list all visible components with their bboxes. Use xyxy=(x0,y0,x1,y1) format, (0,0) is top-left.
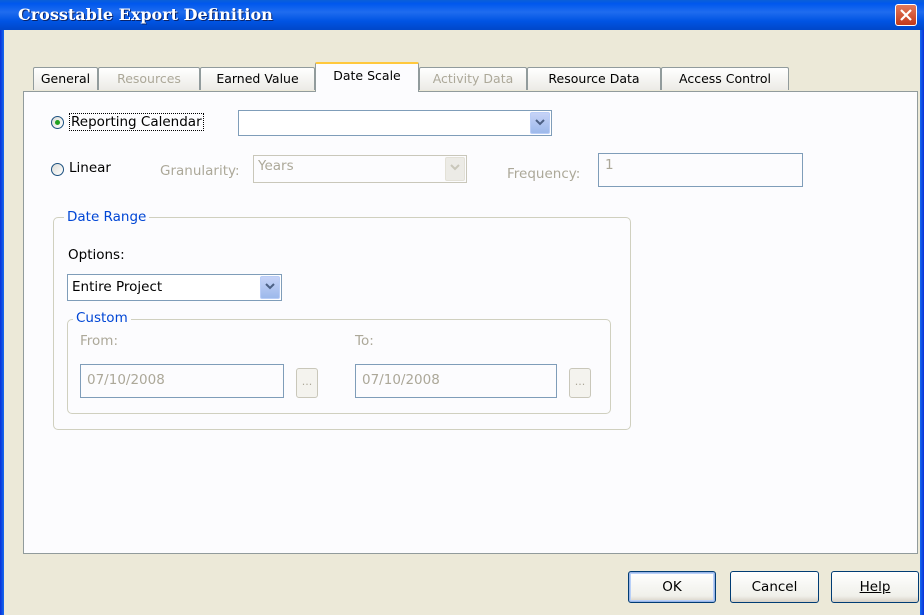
linear-label[interactable]: Linear xyxy=(69,160,111,176)
chevron-down-icon xyxy=(265,283,275,290)
reporting-calendar-label[interactable]: Reporting Calendar xyxy=(69,113,204,131)
window-title: Crosstable Export Definition xyxy=(18,5,273,24)
dropdown-button[interactable] xyxy=(530,112,550,134)
reporting-calendar-dropdown[interactable] xyxy=(238,110,552,136)
tab-date-scale[interactable]: Date Scale xyxy=(315,62,419,92)
to-date-browse-button[interactable]: ... xyxy=(569,368,591,398)
tab-resources[interactable]: Resources xyxy=(98,67,200,90)
frequency-field[interactable]: 1 xyxy=(598,153,803,187)
frequency-label: Frequency: xyxy=(507,166,581,182)
granularity-dropdown[interactable]: Years xyxy=(253,155,467,183)
dropdown-button[interactable] xyxy=(445,157,465,181)
from-date-browse-button[interactable]: ... xyxy=(296,368,318,398)
close-button[interactable] xyxy=(895,4,917,26)
tab-earned-value[interactable]: Earned Value xyxy=(200,67,315,90)
to-date-field[interactable]: 07/10/2008 xyxy=(355,364,557,398)
help-button[interactable]: Help xyxy=(831,571,919,603)
linear-radio[interactable] xyxy=(51,163,64,176)
ok-button[interactable]: OK xyxy=(628,571,716,603)
title-bar[interactable]: Crosstable Export Definition xyxy=(0,0,924,30)
window-frame-left xyxy=(0,30,4,615)
tab-general[interactable]: General xyxy=(33,67,98,90)
window-frame-right xyxy=(920,30,924,615)
from-date-value: 07/10/2008 xyxy=(87,372,165,388)
close-icon xyxy=(900,9,912,21)
granularity-value: Years xyxy=(258,158,294,174)
options-dropdown[interactable]: Entire Project xyxy=(67,274,282,301)
dropdown-button[interactable] xyxy=(260,276,280,299)
granularity-label: Granularity: xyxy=(160,163,240,179)
chevron-down-icon xyxy=(450,164,460,171)
custom-legend: Custom xyxy=(73,310,131,326)
to-label: To: xyxy=(355,333,374,349)
cancel-button[interactable]: Cancel xyxy=(730,571,819,603)
radio-selected-dot xyxy=(55,120,60,125)
options-value: Entire Project xyxy=(72,279,163,295)
from-label: From: xyxy=(80,333,118,349)
tab-access-control[interactable]: Access Control xyxy=(661,67,789,90)
frequency-value: 1 xyxy=(605,157,614,173)
to-date-value: 07/10/2008 xyxy=(362,372,440,388)
date-range-legend: Date Range xyxy=(64,209,150,225)
tab-activity-data[interactable]: Activity Data xyxy=(419,67,527,90)
options-label: Options: xyxy=(68,247,125,263)
tab-resource-data[interactable]: Resource Data xyxy=(527,67,661,90)
reporting-calendar-radio[interactable] xyxy=(51,116,64,129)
chevron-down-icon xyxy=(535,119,545,126)
from-date-field[interactable]: 07/10/2008 xyxy=(80,364,284,398)
